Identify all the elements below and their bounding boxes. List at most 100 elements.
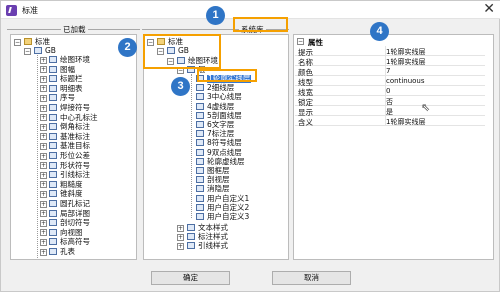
tree-item[interactable]: 基准目标	[60, 142, 90, 150]
property-row[interactable]: 提示 1轮廓实线层	[295, 46, 485, 57]
layer-icon	[196, 148, 204, 156]
item-icon	[49, 219, 57, 227]
property-row[interactable]: 名称 1轮廓实线层	[295, 56, 485, 67]
item-icon	[49, 152, 57, 159]
layer-icon	[196, 213, 204, 220]
expand-icon[interactable]: +	[177, 233, 184, 241]
cancel-button[interactable]: 取消	[272, 271, 351, 285]
tree-item[interactable]: 中心孔标注	[60, 113, 98, 122]
tree-item[interactable]: 图幅	[60, 65, 75, 74]
expand-icon[interactable]: +	[40, 181, 47, 189]
tree-item[interactable]: 孔表	[60, 248, 75, 256]
collapse-icon[interactable]: −	[297, 38, 304, 45]
tree-item[interactable]: 向视图	[60, 228, 83, 237]
expand-icon[interactable]: +	[40, 133, 47, 141]
expand-icon[interactable]: +	[40, 171, 47, 179]
property-row[interactable]: 线宽 0	[295, 86, 485, 97]
tree-item[interactable]: 标题栏	[60, 75, 83, 83]
tree-item[interactable]: 剖切符号	[60, 219, 90, 227]
layer-item[interactable]: 2细线层	[207, 84, 234, 92]
system-library-highlight	[233, 17, 288, 32]
expand-icon[interactable]: +	[40, 219, 47, 227]
tree-item[interactable]: 绘图环境	[60, 56, 90, 64]
layer-item[interactable]: 用户自定义2	[207, 203, 249, 212]
layer-item[interactable]: 8符号线层	[207, 139, 242, 147]
property-value[interactable]: continuous	[386, 77, 425, 85]
expand-icon[interactable]: +	[40, 210, 47, 218]
property-row[interactable]: 线型 continuous	[295, 76, 485, 87]
property-row[interactable]: 显示是	[295, 106, 485, 117]
tree-item[interactable]: 焊接符号	[60, 104, 90, 112]
tree-root[interactable]: 标准	[35, 38, 50, 46]
tree-style-item[interactable]: 标注样式	[198, 233, 228, 241]
expand-icon[interactable]: +	[177, 242, 184, 250]
property-row[interactable]: 颜色 7	[295, 66, 485, 77]
expand-icon[interactable]: +	[40, 142, 47, 150]
item-icon	[49, 113, 57, 121]
item-icon	[49, 84, 57, 92]
tree-item[interactable]: 形状符号	[60, 161, 90, 170]
standard-icon	[34, 47, 42, 54]
tree-item[interactable]: 明细表	[60, 84, 83, 93]
expand-icon[interactable]: +	[40, 123, 47, 131]
expand-icon[interactable]: +	[40, 200, 47, 208]
expand-icon[interactable]: +	[40, 75, 47, 83]
property-row[interactable]: 锁定否	[295, 96, 485, 107]
collapse-icon[interactable]: −	[14, 39, 21, 46]
gb-env-highlight	[143, 34, 221, 69]
tree-item[interactable]: 锥斜度	[60, 190, 83, 198]
collapse-icon[interactable]: −	[24, 48, 31, 55]
tree-item[interactable]: 圆孔标记	[60, 200, 90, 208]
layer-item[interactable]: 用户自定义3	[207, 213, 249, 221]
tree-item[interactable]: 引线标注	[60, 171, 90, 179]
style-icon	[187, 233, 195, 240]
layer-item[interactable]: 轮廓虚线层	[207, 157, 245, 166]
expand-icon[interactable]: +	[40, 114, 47, 122]
ok-button[interactable]: 确定	[151, 271, 230, 285]
tree-item[interactable]: 形位公差	[60, 152, 90, 160]
loaded-tree[interactable]: − 标准 − GB + 绘图环境 + 图幅 + 标题栏 + 明细表 + 序号 + 焊接符号 + 中心孔标注 + 倒角标…	[10, 34, 137, 260]
property-value[interactable]: 7	[386, 67, 390, 75]
tree-item[interactable]: 基准标注	[60, 132, 90, 141]
tree-item[interactable]: 粗糙度	[60, 180, 83, 189]
tree-item[interactable]: 局部详图	[60, 209, 90, 218]
expand-icon[interactable]: +	[40, 190, 47, 198]
layer-item[interactable]: 7标注层	[207, 130, 234, 138]
layer-item[interactable]: 5剖面线层	[207, 111, 242, 120]
tree-line	[191, 74, 192, 218]
expand-icon[interactable]: +	[40, 162, 47, 170]
tree-style-item[interactable]: 引线样式	[198, 242, 228, 250]
property-value[interactable]: 0	[386, 87, 390, 95]
expand-icon[interactable]: +	[40, 238, 47, 246]
column-divider	[385, 46, 386, 126]
expand-icon[interactable]: +	[40, 104, 47, 112]
expand-icon[interactable]: +	[40, 248, 47, 256]
expand-icon[interactable]: +	[177, 224, 184, 232]
property-value[interactable]: 1轮廓实线层	[386, 117, 425, 127]
layer-item[interactable]: 消隐层	[207, 185, 230, 193]
tree-style-item[interactable]: 文本样式	[198, 224, 228, 232]
item-icon	[49, 180, 57, 188]
expand-icon[interactable]: +	[40, 152, 47, 160]
tree-item[interactable]: 序号	[60, 94, 75, 102]
close-icon[interactable]: ✕	[483, 2, 495, 16]
layer-item[interactable]: 3中心线层	[207, 93, 242, 101]
layer-icon	[196, 102, 204, 110]
layer-item[interactable]: 9双点线层	[207, 148, 242, 157]
layer-item[interactable]: 图框层	[207, 167, 230, 175]
tree-item[interactable]: 倒角标注	[60, 123, 90, 131]
expand-icon[interactable]: +	[40, 229, 47, 237]
tree-gb[interactable]: GB	[45, 47, 56, 55]
layer-item[interactable]: 4虚线层	[207, 102, 234, 111]
callout-2: 2	[118, 38, 137, 57]
item-icon	[49, 209, 57, 217]
layer-item[interactable]: 剖视层	[207, 176, 230, 184]
layer-item[interactable]: 用户自定义1	[207, 194, 249, 203]
expand-icon[interactable]: +	[40, 66, 47, 74]
expand-icon[interactable]: +	[40, 94, 47, 102]
property-row[interactable]: 含义 1轮廓实线层	[295, 116, 485, 127]
expand-icon[interactable]: +	[40, 56, 47, 64]
layer-item[interactable]: 6文字层	[207, 121, 234, 129]
tree-item[interactable]: 标高符号	[60, 238, 90, 246]
expand-icon[interactable]: +	[40, 85, 47, 93]
